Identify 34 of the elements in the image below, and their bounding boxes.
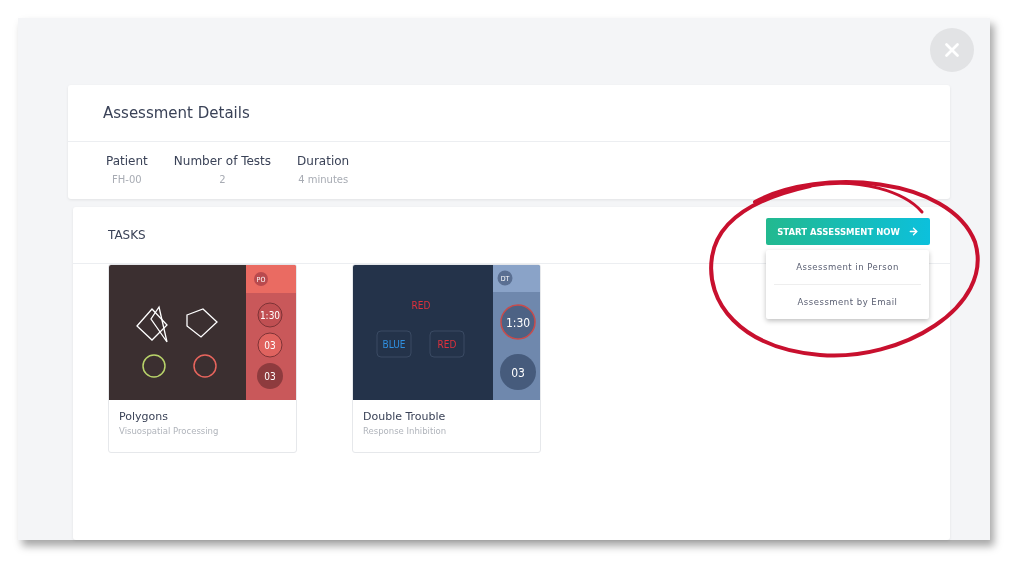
choice-tile [429, 330, 465, 358]
prompt-word: RED [411, 300, 431, 311]
task-subtitle: Response Inhibition [363, 426, 448, 436]
task-title: Polygons [119, 410, 169, 423]
score-dial [500, 354, 536, 390]
task-title: Double Trouble [363, 410, 447, 423]
choice-word: BLUE [382, 339, 406, 350]
task-subtitle: Visuospatial Processing [119, 426, 220, 436]
badge-background [497, 270, 513, 286]
arrow-right-icon [907, 226, 919, 237]
level-dial [257, 332, 283, 358]
menu-item[interactable]: Assessment by Email [774, 284, 921, 319]
timer-text: 1:30 [505, 316, 531, 330]
timer-dial [500, 304, 536, 340]
score-dial [257, 363, 283, 389]
choice-tile [376, 330, 412, 358]
gauge-icon [142, 354, 166, 378]
field-label: Duration [297, 154, 350, 168]
score-text: 03 [264, 371, 276, 382]
field-value: FH-00 [112, 174, 142, 185]
score-text: 03 [511, 366, 525, 380]
menu-item[interactable]: Assessment in Person [774, 250, 921, 284]
section-title: TASKS [108, 228, 146, 242]
card-title: Assessment Details [103, 104, 250, 122]
field-value: 2 [219, 174, 226, 185]
choice-word: RED [437, 339, 457, 350]
timer-text: 1:30 [259, 310, 281, 321]
field-label: Number of Tests [173, 154, 272, 168]
timer-dial [257, 302, 283, 328]
field-label: Patient [106, 154, 148, 168]
field-value: 4 minutes [298, 174, 349, 185]
close-button[interactable] [930, 28, 974, 72]
gauge-icon [193, 354, 217, 378]
level-text: 03 [264, 340, 276, 351]
